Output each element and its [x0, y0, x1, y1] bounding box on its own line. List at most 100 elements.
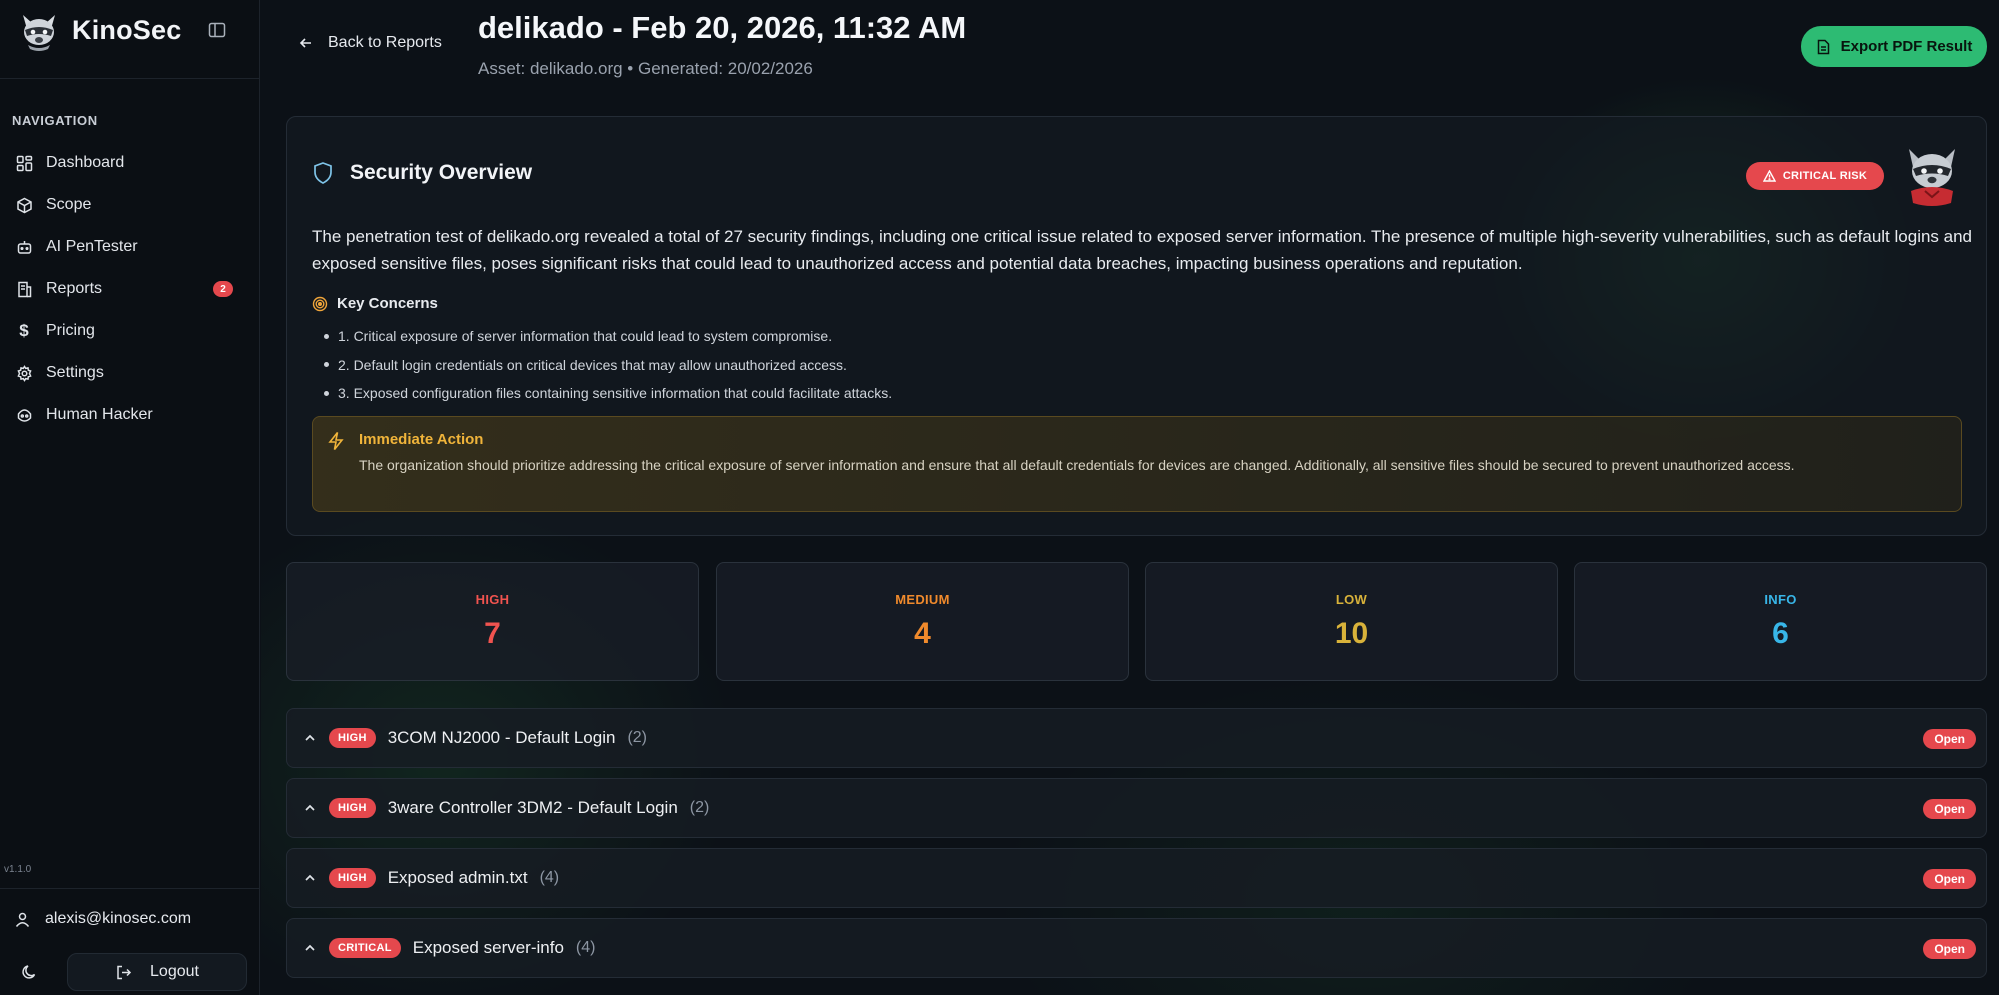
- sidebar-item-label: Reports: [46, 280, 103, 297]
- sidebar-item-settings[interactable]: Settings: [0, 352, 259, 394]
- back-to-reports-link[interactable]: Back to Reports: [298, 34, 442, 52]
- stat-card-medium[interactable]: MEDIUM 4: [716, 562, 1129, 681]
- export-label: Export PDF Result: [1840, 38, 1973, 55]
- stat-label: LOW: [1335, 592, 1368, 607]
- finding-title: Exposed server-info: [412, 938, 564, 957]
- sidebar-item-dashboard[interactable]: Dashboard: [0, 142, 259, 184]
- key-concerns-title: Key Concerns: [337, 295, 438, 312]
- export-pdf-button[interactable]: Export PDF Result: [1801, 26, 1987, 67]
- app-version: v1.1.0: [4, 864, 32, 875]
- user-divider: [0, 888, 259, 889]
- raccoon-logo-icon: [23, 15, 55, 51]
- dashboard-icon: [15, 154, 33, 172]
- status-badge[interactable]: Open: [1923, 939, 1976, 959]
- finding-count: (4): [539, 869, 560, 886]
- overview-title: Security Overview: [350, 161, 533, 184]
- chevron-up-icon[interactable]: [303, 801, 317, 815]
- sidebar-item-label: AI PenTester: [46, 238, 138, 255]
- sidebar-divider: [0, 78, 259, 79]
- sidebar-nav: Dashboard Scope AI PenTester Reports 2 $…: [0, 142, 259, 436]
- finding-title: 3COM NJ2000 - Default Login: [387, 728, 616, 747]
- security-overview-card: Security Overview CRITICAL RISK The pene…: [286, 116, 1987, 536]
- sidebar-toggle-icon[interactable]: [206, 19, 228, 41]
- sidebar-item-label: Scope: [46, 196, 92, 213]
- stat-value: 10: [1334, 617, 1369, 650]
- shield-icon: [314, 162, 332, 184]
- lightning-icon: [328, 432, 344, 450]
- stat-card-high[interactable]: HIGH 7: [286, 562, 699, 681]
- finding-row[interactable]: HIGH Exposed admin.txt (4) Open: [286, 848, 1987, 908]
- chevron-up-icon[interactable]: [303, 871, 317, 885]
- brand[interactable]: KinoSec: [18, 8, 181, 52]
- target-icon: [312, 296, 328, 311]
- key-concerns-list: 1. Critical exposure of server informati…: [324, 322, 892, 408]
- bot-icon: [15, 238, 33, 256]
- stat-card-low[interactable]: LOW 10: [1145, 562, 1558, 681]
- finding-count: (4): [575, 939, 596, 956]
- user-icon: [15, 912, 30, 927]
- sidebar-item-label: Dashboard: [46, 154, 125, 171]
- severity-badge: HIGH: [329, 798, 376, 818]
- sidebar-item-label: Settings: [46, 364, 104, 381]
- list-item: 3. Exposed configuration files containin…: [324, 379, 892, 408]
- file-icon: [1817, 39, 1829, 54]
- user-profile[interactable]: alexis@kinosec.com: [14, 910, 191, 928]
- overview-summary: The penetration test of delikado.org rev…: [312, 227, 1973, 273]
- sidebar-item-ai-pentester[interactable]: AI PenTester: [0, 226, 259, 268]
- finding-row[interactable]: HIGH 3COM NJ2000 - Default Login (2) Ope…: [286, 708, 1987, 768]
- sidebar-item-label: Human Hacker: [46, 406, 153, 423]
- list-item: 2. Default login credentials on critical…: [324, 351, 892, 380]
- chevron-up-icon[interactable]: [303, 731, 317, 745]
- status-badge[interactable]: Open: [1923, 869, 1976, 889]
- arrow-left-icon: [299, 38, 311, 48]
- dollar-icon: $: [19, 321, 29, 340]
- sidebar-item-pricing[interactable]: $ Pricing: [0, 310, 259, 352]
- finding-title: Exposed admin.txt: [387, 868, 528, 887]
- sidebar-item-reports[interactable]: Reports 2: [0, 268, 259, 310]
- stat-value: 7: [484, 617, 501, 650]
- page-title: delikado - Feb 20, 2026, 11:32 AM: [478, 10, 967, 45]
- page-subtitle: Asset: delikado.org • Generated: 20/02/2…: [478, 59, 813, 78]
- key-concerns-heading: Key Concerns: [312, 295, 438, 312]
- main-content: Back to Reports delikado - Feb 20, 2026,…: [261, 0, 1999, 995]
- finding-title: 3ware Controller 3DM2 - Default Login: [387, 798, 678, 817]
- finding-row[interactable]: CRITICAL Exposed server-info (4) Open: [286, 918, 1987, 978]
- back-label: Back to Reports: [328, 34, 442, 51]
- logout-label: Logout: [150, 963, 199, 980]
- user-email: alexis@kinosec.com: [45, 910, 192, 927]
- sidebar-item-human-hacker[interactable]: Human Hacker: [0, 394, 259, 436]
- stat-label: MEDIUM: [895, 592, 950, 607]
- raccoon-mascot-icon: [1909, 149, 1955, 206]
- severity-badge: CRITICAL: [329, 938, 401, 958]
- logout-button[interactable]: Logout: [67, 953, 247, 991]
- risk-label: CRITICAL RISK: [1782, 170, 1868, 182]
- logout-icon: [117, 965, 132, 979]
- immediate-action-box: Immediate Action The organization should…: [312, 416, 1962, 512]
- sidebar-item-label: Pricing: [46, 322, 95, 339]
- finding-count: (2): [689, 799, 710, 816]
- finding-count: (2): [627, 729, 647, 746]
- severity-badge: HIGH: [329, 868, 376, 888]
- stat-card-info[interactable]: INFO 6: [1574, 562, 1987, 681]
- status-badge[interactable]: Open: [1923, 729, 1976, 749]
- status-badge[interactable]: Open: [1923, 799, 1976, 819]
- reports-icon: [15, 280, 33, 298]
- critical-risk-badge: CRITICAL RISK: [1746, 162, 1884, 190]
- moon-icon[interactable]: [20, 962, 40, 982]
- chevron-up-icon[interactable]: [303, 941, 317, 955]
- stat-value: 6: [1772, 617, 1789, 650]
- stat-label: HIGH: [475, 592, 510, 607]
- hacker-icon: [15, 406, 33, 424]
- immediate-action-title: Immediate Action: [359, 431, 484, 448]
- app-name: KinoSec: [72, 14, 182, 45]
- nav-heading: NAVIGATION: [12, 113, 98, 128]
- sidebar-item-scope[interactable]: Scope: [0, 184, 259, 226]
- reports-count-badge: 2: [213, 281, 233, 297]
- cube-icon: [15, 196, 33, 214]
- warning-icon: [1762, 170, 1776, 182]
- finding-row[interactable]: HIGH 3ware Controller 3DM2 - Default Log…: [286, 778, 1987, 838]
- overview-header: Security Overview: [312, 161, 532, 185]
- list-item: 1. Critical exposure of server informati…: [324, 322, 892, 351]
- sidebar: KinoSec NAVIGATION Dashboard Scope AI Pe…: [0, 0, 260, 995]
- stat-label: INFO: [1764, 592, 1797, 607]
